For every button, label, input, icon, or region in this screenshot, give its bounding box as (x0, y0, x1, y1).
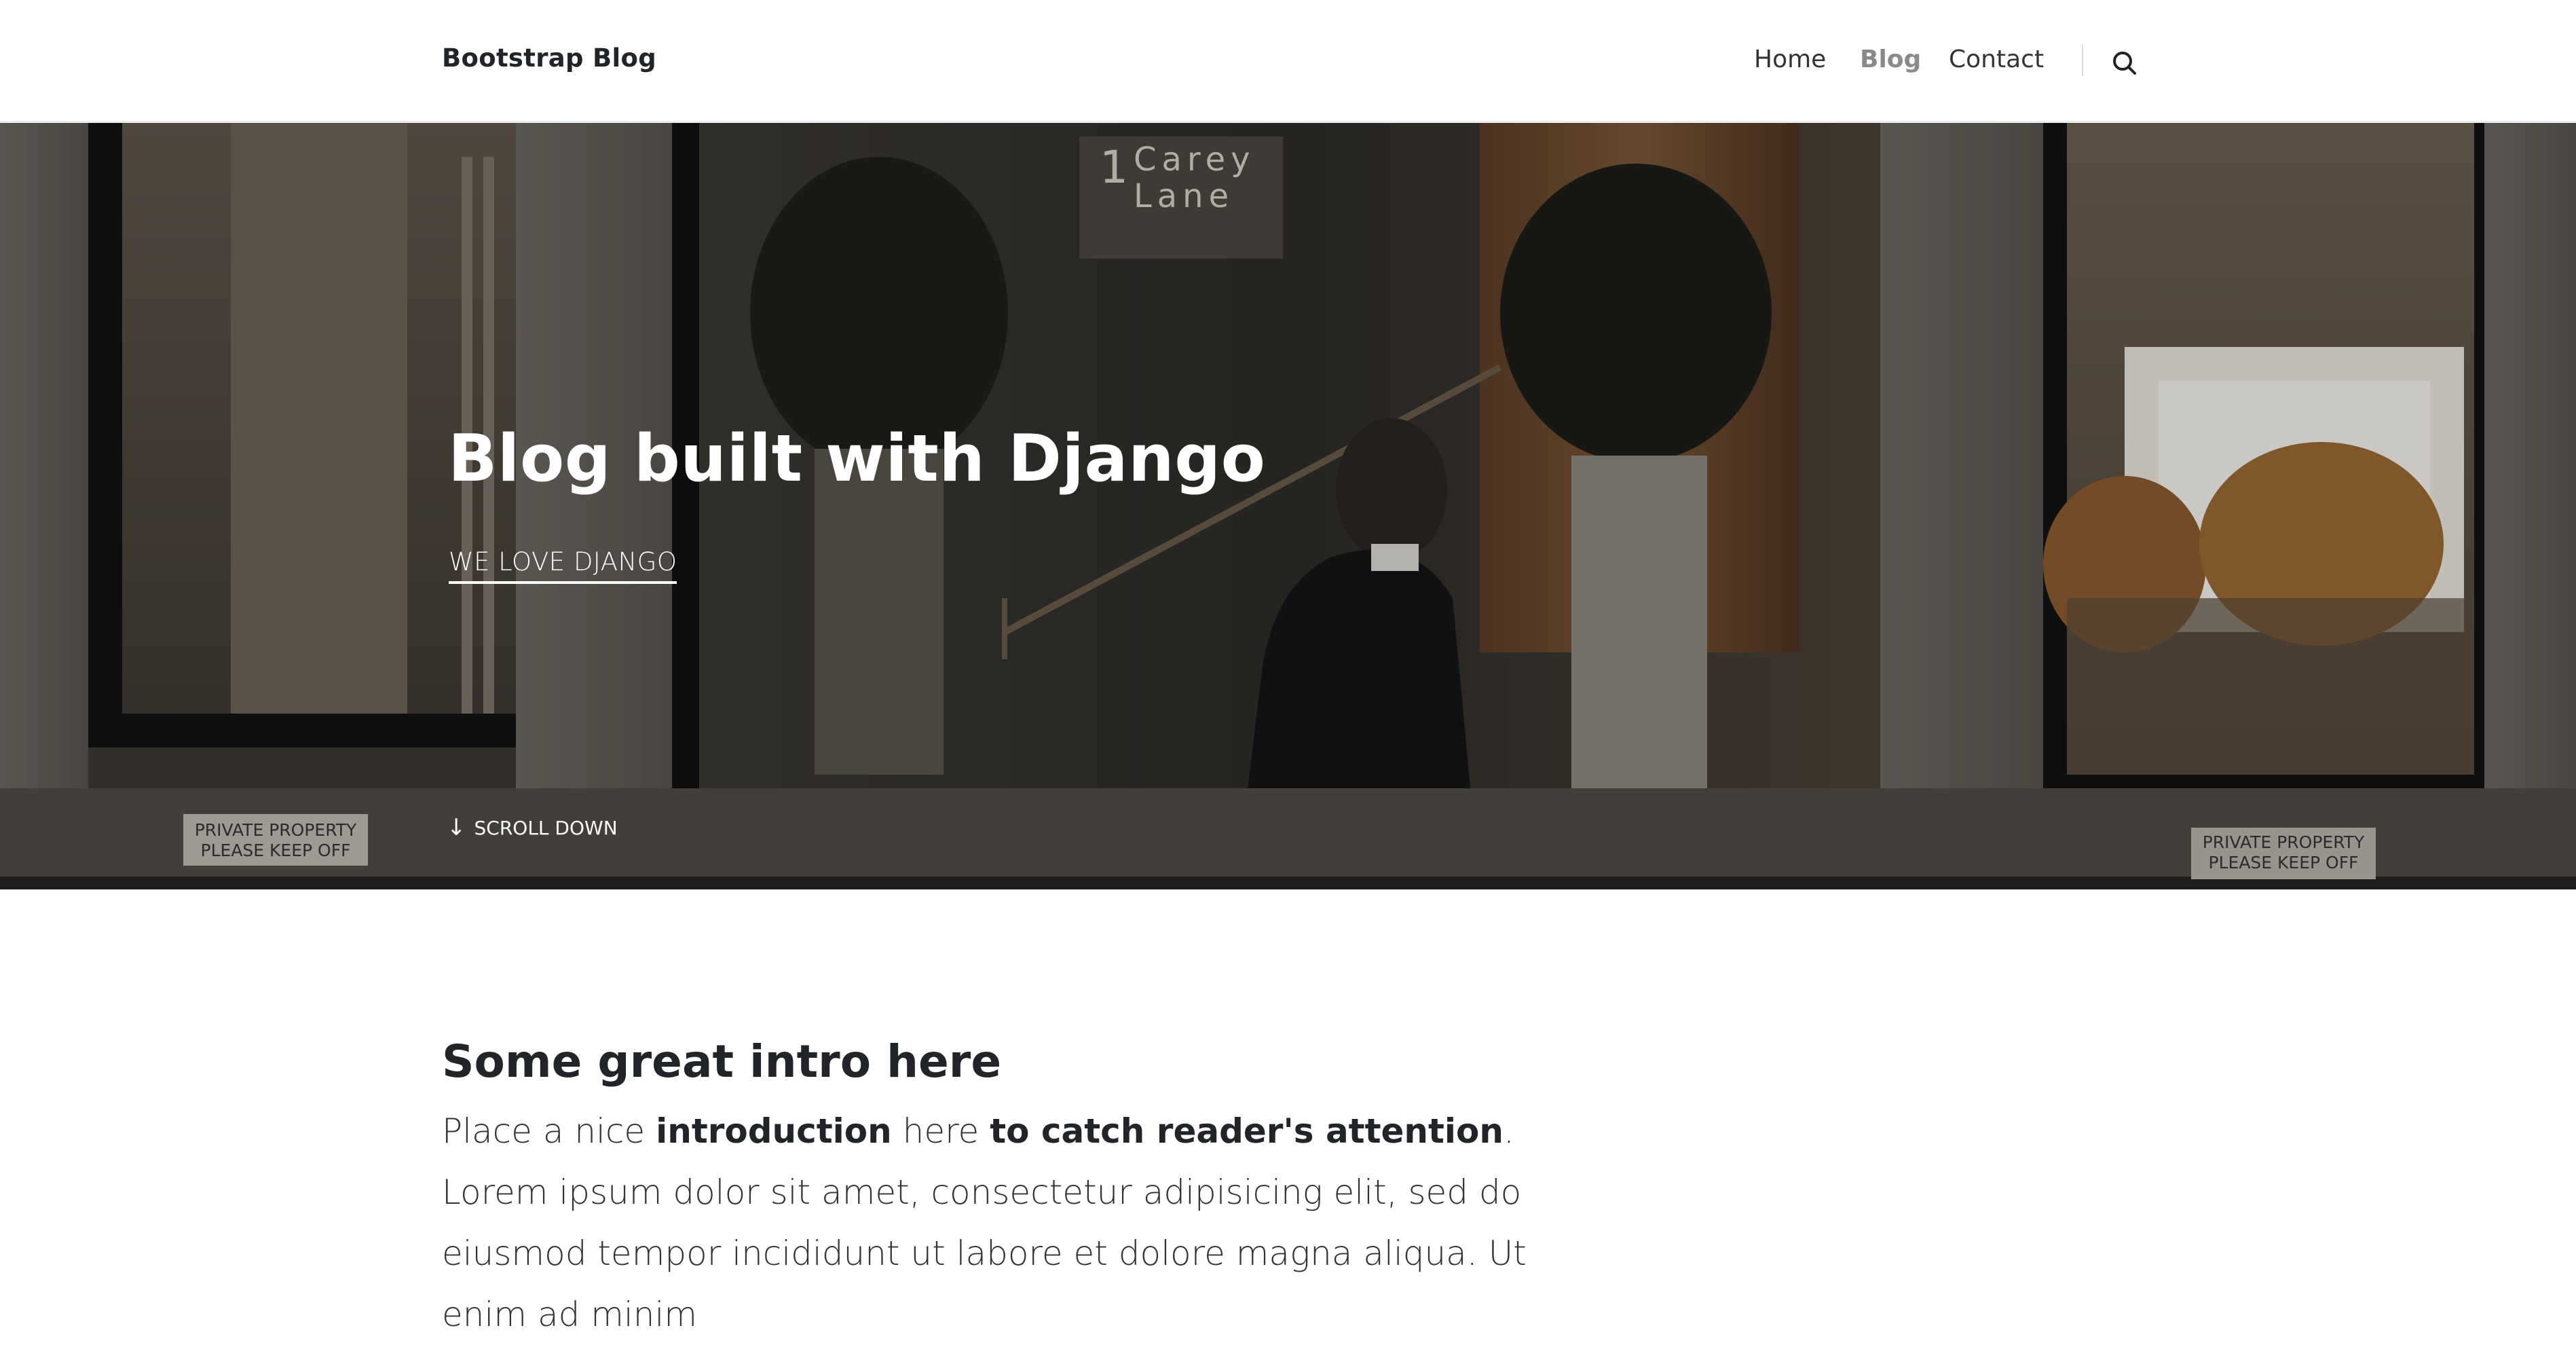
scroll-down-label: SCROLL DOWN (474, 816, 618, 839)
nav-link-home[interactable]: Home (1754, 45, 1826, 73)
nav-link-contact[interactable]: Contact (1949, 45, 2044, 73)
scroll-down-link[interactable]: ↓ SCROLL DOWN (447, 816, 618, 839)
intro-text-bold2: to catch reader's attention (990, 1111, 1504, 1151)
hero-subtitle-link[interactable]: WE LOVE DJANGO (449, 547, 677, 584)
search-icon (2113, 52, 2136, 75)
hero-section: PRIVATE PROPERTY PLEASE KEEP OFF PRIVATE… (0, 123, 2576, 889)
hero-title: Blog built with Django (448, 422, 1266, 496)
nav-link-blog[interactable]: Blog (1860, 45, 1921, 73)
navbar: Bootstrap Blog Home Blog Contact (0, 0, 2576, 122)
brand-logo-link[interactable]: Bootstrap Blog (442, 43, 656, 73)
intro-text-part1: Place a nice (442, 1111, 656, 1151)
search-button[interactable] (2109, 48, 2140, 79)
arrow-down-icon: ↓ (447, 814, 466, 841)
intro-paragraph: Place a nice introduction here to catch … (442, 1101, 1555, 1345)
intro-text-part2: here (891, 1111, 990, 1151)
intro-heading: Some great intro here (442, 1035, 1002, 1088)
intro-text-bold1: introduction (656, 1111, 892, 1151)
hero-overlay (0, 123, 2576, 889)
nav-divider (2082, 45, 2083, 76)
